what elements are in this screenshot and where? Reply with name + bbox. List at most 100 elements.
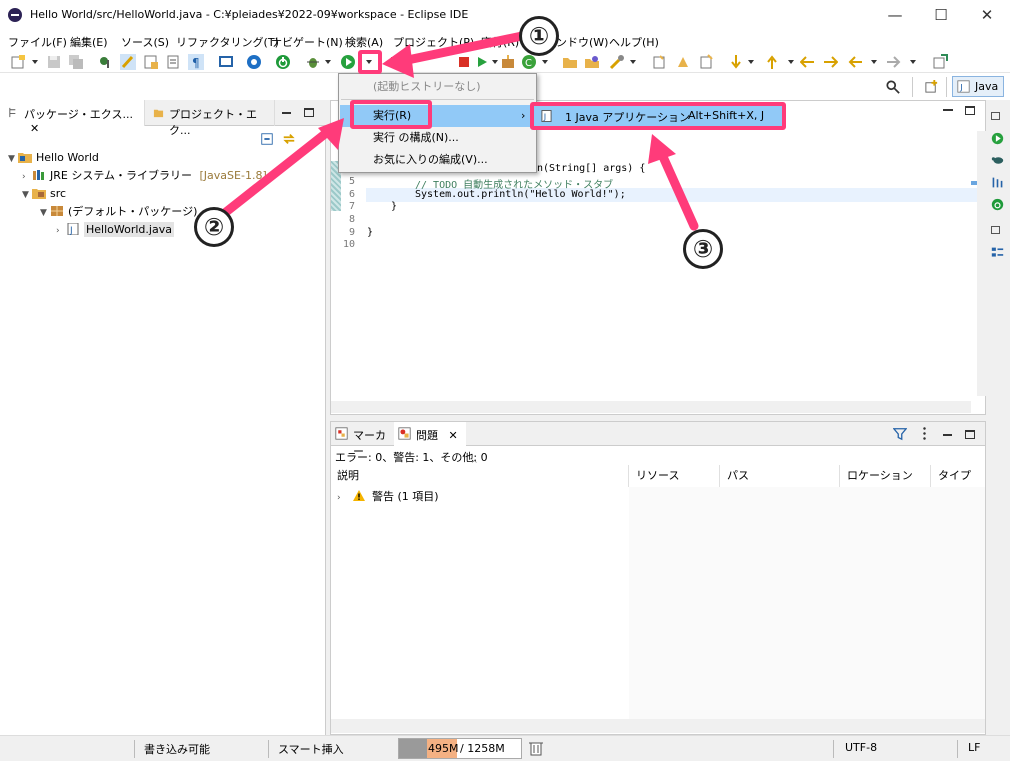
back-icon[interactable]	[848, 54, 864, 70]
menu-item-run-configurations[interactable]: 実行 の構成(N)...	[340, 127, 535, 149]
tab-package-explorer[interactable]: パッケージ・エクス... ✕	[0, 100, 145, 135]
show-whitespace-icon[interactable]	[165, 54, 181, 70]
menu-edit[interactable]: 編集(E)	[70, 34, 108, 50]
collapsed-chevron-icon[interactable]: ›	[56, 222, 66, 240]
vertical-scrollbar[interactable]	[977, 131, 986, 396]
external-link-icon[interactable]	[932, 54, 948, 70]
new-file-icon[interactable]	[10, 54, 26, 70]
console-icon[interactable]	[218, 54, 234, 70]
link-with-editor-icon[interactable]	[282, 132, 296, 146]
open-task-icon[interactable]	[584, 54, 600, 70]
open-folder-icon[interactable]	[562, 54, 578, 70]
menu-run[interactable]: 実行(R)	[481, 34, 519, 50]
back-dropdown-arrow-icon[interactable]	[871, 60, 877, 64]
new-package-icon[interactable]	[500, 54, 516, 70]
menu-file[interactable]: ファイル(F)	[8, 34, 67, 50]
last-edit-icon[interactable]	[698, 54, 714, 70]
stop-server-icon[interactable]	[456, 54, 472, 70]
tab-problems[interactable]: 問題 ✕	[394, 422, 466, 446]
ant-icon[interactable]	[991, 154, 1004, 167]
minimize-view-icon[interactable]	[282, 112, 291, 114]
warning-group-row[interactable]: › 警告 (1 項目)	[337, 488, 439, 506]
tree-item-helloworld-java[interactable]: › J HelloWorld.java	[56, 221, 174, 239]
garbage-collect-trash-icon[interactable]	[529, 740, 543, 756]
menu-navigate[interactable]: ナビゲート(N)	[271, 34, 343, 50]
column-header-path[interactable]: パス	[721, 465, 840, 487]
editor-maximize-icon[interactable]	[965, 106, 975, 115]
java-perspective-button[interactable]: J Java	[952, 76, 1004, 97]
servers-icon[interactable]	[991, 198, 1004, 211]
column-header-resource[interactable]: リソース	[630, 465, 720, 487]
forward-icon[interactable]	[885, 54, 901, 70]
menu-source[interactable]: ソース(S)	[121, 34, 169, 50]
collapsed-chevron-icon[interactable]: ›	[22, 168, 32, 186]
tab-project-explorer[interactable]: プロジェクト・エク...	[145, 100, 275, 137]
open-perspective-icon[interactable]	[924, 79, 939, 94]
minimize-view-icon[interactable]	[943, 434, 952, 436]
horizontal-scrollbar[interactable]	[331, 401, 971, 413]
debug-dropdown-arrow-icon[interactable]	[325, 60, 331, 64]
server-power-icon[interactable]	[275, 54, 291, 70]
tab-markers[interactable]: マーカー	[331, 422, 393, 458]
editor-minimize-icon[interactable]	[943, 109, 953, 111]
back-history-icon[interactable]	[800, 54, 816, 70]
close-tab-icon[interactable]: ✕	[30, 122, 39, 135]
search-icon[interactable]	[886, 80, 900, 94]
pilcrow-icon[interactable]: ¶	[188, 54, 204, 70]
run-icon[interactable]	[340, 54, 356, 70]
expanded-chevron-icon[interactable]: ▼	[40, 204, 50, 222]
toggle-breakpoint-icon[interactable]	[98, 54, 114, 70]
debug-bug-icon[interactable]	[305, 54, 321, 70]
open-type-icon[interactable]	[143, 54, 159, 70]
coverage-icon[interactable]	[388, 54, 404, 70]
new-class-dropdown-arrow-icon[interactable]	[542, 60, 548, 64]
start-server-icon[interactable]	[474, 54, 490, 70]
view-menu-icon[interactable]	[923, 426, 926, 441]
tree-item-src[interactable]: ▼ src	[22, 185, 66, 203]
restore-view-icon[interactable]	[991, 112, 1000, 120]
next-annotation-icon[interactable]	[652, 54, 668, 70]
close-tab-icon[interactable]: ✕	[449, 429, 458, 442]
prev-annotation-icon[interactable]	[675, 54, 691, 70]
tree-item-project[interactable]: ▼ Hello World	[8, 149, 99, 167]
maximize-view-icon[interactable]	[304, 108, 314, 117]
menu-help[interactable]: ヘルプ(H)	[609, 34, 659, 50]
minimize-button[interactable]: —	[872, 0, 918, 31]
save-icon[interactable]	[46, 54, 62, 70]
tree-item-default-package[interactable]: ▼ (デフォルト・パッケージ)	[40, 203, 197, 221]
maximize-button[interactable]: ☐	[918, 0, 964, 31]
collapsed-chevron-icon[interactable]: ›	[337, 489, 347, 507]
task-list-icon[interactable]	[991, 246, 1004, 259]
new-dropdown-arrow-icon[interactable]	[32, 60, 38, 64]
pin-up-icon[interactable]	[764, 54, 780, 70]
heap-status[interactable]: 495M / 1258M	[398, 738, 522, 759]
collapse-all-icon[interactable]	[260, 132, 274, 146]
menu-project[interactable]: プロジェクト(P)	[393, 34, 474, 50]
outline-icon[interactable]	[991, 176, 1004, 189]
problems-horizontal-scrollbar[interactable]	[331, 719, 985, 733]
pin-down-icon[interactable]	[728, 54, 744, 70]
close-button[interactable]: ✕	[964, 0, 1010, 31]
tree-item-jre[interactable]: › JRE システム・ライブラリー [JavaSE-1.8]	[22, 167, 267, 185]
forward-dropdown-arrow-icon[interactable]	[910, 60, 916, 64]
menu-search[interactable]: 検索(A)	[345, 34, 383, 50]
restore-view-icon[interactable]	[991, 226, 1000, 234]
filter-icon[interactable]	[893, 427, 907, 441]
maximize-view-icon[interactable]	[965, 430, 975, 439]
menu-item-organize-favorites[interactable]: お気に入りの編成(V)...	[340, 149, 535, 171]
column-header-location[interactable]: ロケーション	[841, 465, 931, 487]
column-header-type[interactable]: タイプ	[932, 465, 985, 487]
search-dropdown-arrow-icon[interactable]	[630, 60, 636, 64]
column-header-description[interactable]: 説明	[331, 465, 629, 487]
run-view-icon[interactable]	[991, 132, 1004, 145]
save-all-icon[interactable]	[68, 54, 84, 70]
search-tool-icon[interactable]	[609, 54, 625, 70]
expanded-chevron-icon[interactable]: ▼	[22, 186, 32, 204]
menu-refactor[interactable]: リファクタリング(T)	[176, 34, 279, 50]
mark-occurrences-icon[interactable]	[120, 54, 136, 70]
pin-down-dropdown-arrow-icon[interactable]	[748, 60, 754, 64]
forward-history-icon[interactable]	[822, 54, 838, 70]
server-dropdown-arrow-icon[interactable]	[492, 60, 498, 64]
settings-gear-icon[interactable]	[246, 54, 262, 70]
new-class-icon[interactable]: C	[521, 54, 537, 70]
